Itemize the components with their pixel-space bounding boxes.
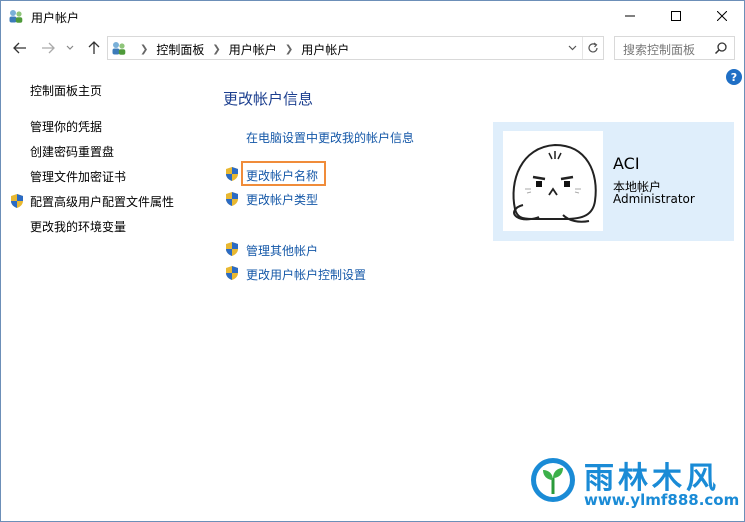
avatar <box>503 131 603 231</box>
chevron-right-icon[interactable]: ❯ <box>212 44 220 55</box>
forward-button[interactable] <box>39 39 57 57</box>
help-icon[interactable]: ? <box>726 69 742 85</box>
change-uac-settings-link[interactable]: 更改用户帐户控制设置 <box>246 266 366 283</box>
change-account-name-link[interactable]: 更改帐户名称 <box>246 167 318 184</box>
breadcrumb-user-accounts[interactable]: 用户帐户 <box>229 41 277 58</box>
address-dropdown-button[interactable] <box>563 37 581 59</box>
uac-shield-icon <box>226 167 238 181</box>
account-name: ACI <box>613 154 640 173</box>
breadcrumb-user-accounts-current[interactable]: 用户帐户 <box>301 41 349 58</box>
pc-settings-link[interactable]: 在电脑设置中更改我的帐户信息 <box>246 129 414 146</box>
breadcrumb: ❯ 控制面板 ❯ 用户帐户 ❯ 用户帐户 <box>132 41 349 58</box>
search-box[interactable]: 搜索控制面板 <box>614 36 735 60</box>
uac-shield-icon <box>226 242 238 256</box>
refresh-icon <box>588 42 598 53</box>
minimize-icon <box>625 15 635 17</box>
change-account-type-link[interactable]: 更改帐户类型 <box>246 191 318 208</box>
sidebar-item-advanced-profile-properties[interactable]: 配置高级用户配置文件属性 <box>30 193 174 210</box>
up-button[interactable] <box>85 39 103 57</box>
user-accounts-icon <box>9 10 23 23</box>
close-icon <box>717 11 727 21</box>
close-button[interactable] <box>699 1 745 31</box>
chevron-right-icon[interactable]: ❯ <box>140 44 148 55</box>
control-panel-icon <box>112 42 126 55</box>
chevron-down-icon <box>568 45 576 51</box>
watermark-logo <box>531 458 575 502</box>
watermark-url: www.ylmf888.com <box>584 491 740 509</box>
title-bar: 用户帐户 <box>1 1 744 31</box>
address-bar[interactable]: ❯ 控制面板 ❯ 用户帐户 ❯ 用户帐户 <box>107 36 604 60</box>
sidebar-item-change-environment-variables[interactable]: 更改我的环境变量 <box>30 218 126 235</box>
sidebar-item-manage-file-encryption-certificates[interactable]: 管理文件加密证书 <box>30 168 126 185</box>
account-card: ACI 本地帐户 Administrator <box>493 122 734 241</box>
breadcrumb-control-panel[interactable]: 控制面板 <box>156 41 204 58</box>
uac-shield-icon <box>226 266 238 280</box>
user-accounts-window: 用户帐户 ❯ 控制面板 ❯ 用户帐户 ❯ 用户帐户 搜索控制面板 ? 控制面板主… <box>0 0 745 522</box>
sidebar-item-create-password-reset-disk[interactable]: 创建密码重置盘 <box>30 143 114 160</box>
maximize-icon <box>671 11 681 21</box>
chevron-right-icon[interactable]: ❯ <box>285 44 293 55</box>
minimize-button[interactable] <box>607 1 653 31</box>
search-icon[interactable] <box>714 41 728 55</box>
page-title: 更改帐户信息 <box>223 90 314 108</box>
manage-other-accounts-link[interactable]: 管理其他帐户 <box>246 242 318 259</box>
account-role: Administrator <box>613 192 695 206</box>
refresh-button[interactable] <box>582 37 603 59</box>
uac-shield-icon <box>11 194 23 208</box>
up-arrow-icon <box>88 41 100 54</box>
window-title: 用户帐户 <box>31 11 80 25</box>
recent-locations-button[interactable] <box>64 39 76 57</box>
chevron-down-icon <box>66 45 74 50</box>
maximize-button[interactable] <box>653 1 699 31</box>
sidebar-item-control-panel-home[interactable]: 控制面板主页 <box>30 82 102 99</box>
search-placeholder: 搜索控制面板 <box>623 43 696 57</box>
back-button[interactable] <box>11 39 29 57</box>
back-arrow-icon <box>13 42 26 54</box>
sidebar-item-manage-credentials[interactable]: 管理你的凭据 <box>30 118 102 135</box>
uac-shield-icon <box>226 192 238 206</box>
forward-arrow-icon <box>42 42 55 54</box>
